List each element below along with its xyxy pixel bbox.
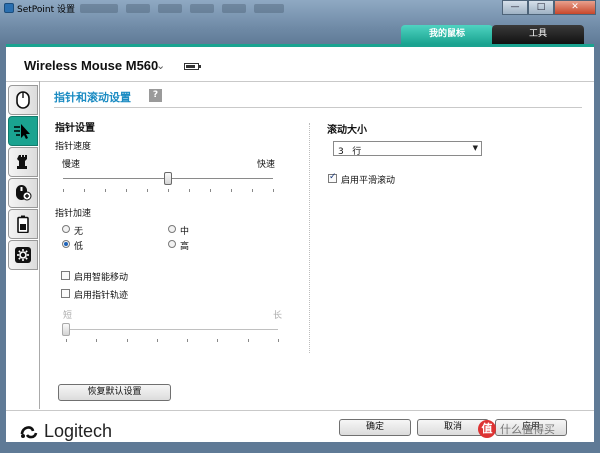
pointer-speed-label: 指针速度	[55, 142, 92, 152]
slider-tick	[217, 339, 218, 342]
smooth-scroll-label: 启用平滑滚动	[341, 176, 396, 186]
speed-fast-label: 快速	[257, 160, 276, 170]
blurred-taskbar-region	[80, 4, 290, 13]
help-icon[interactable]: ?	[149, 89, 162, 102]
side-tab-game[interactable]	[8, 147, 38, 177]
logitech-logo: Logitech	[18, 421, 112, 442]
accel-medium-label: 中	[180, 227, 190, 237]
slider-tick	[84, 189, 85, 192]
watermark-text: 什么值得买	[500, 423, 555, 436]
section-divider	[54, 107, 582, 108]
game-chess-icon	[17, 155, 27, 169]
footer-divider	[6, 410, 594, 411]
smart-move-checkbox[interactable]	[61, 271, 70, 280]
restore-defaults-button[interactable]: 恢复默认设置	[58, 384, 171, 401]
trail-long-label: 长	[273, 311, 283, 321]
pointer-speed-thumb[interactable]	[164, 172, 172, 185]
slider-tick	[147, 189, 148, 192]
section-title: 指针和滚动设置	[54, 91, 131, 104]
pointer-settings-heading: 指针设置	[55, 123, 95, 134]
slider-tick	[127, 339, 128, 342]
mouse-plus-icon	[16, 185, 32, 201]
accel-none-radio[interactable]	[62, 225, 70, 233]
accel-low-label: 低	[74, 242, 84, 252]
pointer-accel-label: 指针加速	[55, 209, 92, 219]
trail-length-thumb[interactable]	[62, 323, 70, 336]
main-panel: Wireless Mouse M560 ⌄ 指针和滚动设置 ? 指针设置 指针速…	[6, 44, 594, 442]
column-divider	[309, 123, 310, 353]
slider-tick	[126, 189, 127, 192]
tab-content-border	[39, 81, 40, 409]
side-tab-extra-buttons[interactable]	[8, 178, 38, 208]
pointer-trails-checkbox[interactable]	[61, 289, 70, 298]
slider-tick	[252, 189, 253, 192]
dropdown-arrow-icon: ▼	[472, 144, 478, 152]
side-tab-mouse-buttons[interactable]	[8, 85, 38, 115]
slider-tick	[278, 339, 279, 342]
pointer-speed-ticks	[63, 189, 274, 192]
side-tab-bar	[8, 85, 40, 271]
slider-tick	[210, 189, 211, 192]
battery-icon	[17, 215, 29, 233]
watermark-badge-icon: 值	[478, 420, 496, 438]
side-tab-battery[interactable]	[8, 209, 38, 239]
device-name: Wireless Mouse M560	[24, 58, 159, 73]
slider-tick	[168, 189, 169, 192]
close-button[interactable]: ✕	[554, 0, 596, 15]
scroll-size-value: 3 行	[338, 147, 362, 157]
minimize-button[interactable]: —	[502, 0, 528, 15]
trail-short-label: 短	[63, 311, 73, 321]
trail-length-track[interactable]	[66, 329, 278, 331]
device-dropdown-chevron-icon[interactable]: ⌄	[156, 59, 165, 72]
speed-slow-label: 慢速	[62, 160, 81, 170]
gear-icon	[15, 247, 31, 263]
maximize-button[interactable]: □	[528, 0, 554, 15]
slider-tick	[273, 189, 274, 192]
slider-tick	[231, 189, 232, 192]
slider-tick	[96, 339, 97, 342]
accel-low-radio[interactable]	[62, 240, 70, 248]
battery-icon	[184, 63, 201, 70]
slider-tick	[63, 189, 64, 192]
slider-tick	[248, 339, 249, 342]
brand-name: Logitech	[44, 421, 113, 441]
pointer-trails-label: 启用指针轨迹	[74, 291, 129, 301]
accel-none-label: 无	[74, 227, 84, 237]
accel-high-label: 高	[180, 242, 190, 252]
ok-button[interactable]: 确定	[339, 419, 411, 436]
smooth-scroll-checkbox[interactable]	[328, 172, 337, 183]
side-tab-settings[interactable]	[8, 240, 38, 270]
divider	[6, 81, 594, 82]
slider-tick	[189, 189, 190, 192]
slider-tick	[105, 189, 106, 192]
slider-tick	[66, 339, 67, 342]
trail-length-ticks	[66, 339, 279, 342]
scroll-size-heading: 滚动大小	[327, 125, 367, 136]
window-title: SetPoint 设置	[17, 5, 75, 15]
pointer-speed-icon	[14, 124, 30, 139]
setpoint-window: SetPoint 设置 — □ ✕ 我的鼠标 工具 Wireless Mouse…	[0, 0, 600, 453]
watermark: 值 什么值得买	[478, 420, 555, 438]
scroll-size-select[interactable]: 3 行 ▼	[333, 141, 482, 157]
accel-medium-radio[interactable]	[168, 225, 176, 233]
smart-move-label: 启用智能移动	[74, 273, 129, 283]
setpoint-app-icon	[4, 3, 14, 13]
slider-tick	[187, 339, 188, 342]
mouse-buttons-icon	[16, 91, 30, 109]
title-bar: SetPoint 设置 — □ ✕	[0, 0, 600, 17]
logitech-swirl-icon	[20, 425, 38, 438]
tab-tools[interactable]: 工具	[492, 25, 584, 44]
accel-high-radio[interactable]	[168, 240, 176, 248]
tab-my-mouse[interactable]: 我的鼠标	[401, 25, 493, 44]
slider-tick	[157, 339, 158, 342]
side-tab-pointer[interactable]	[8, 116, 38, 146]
